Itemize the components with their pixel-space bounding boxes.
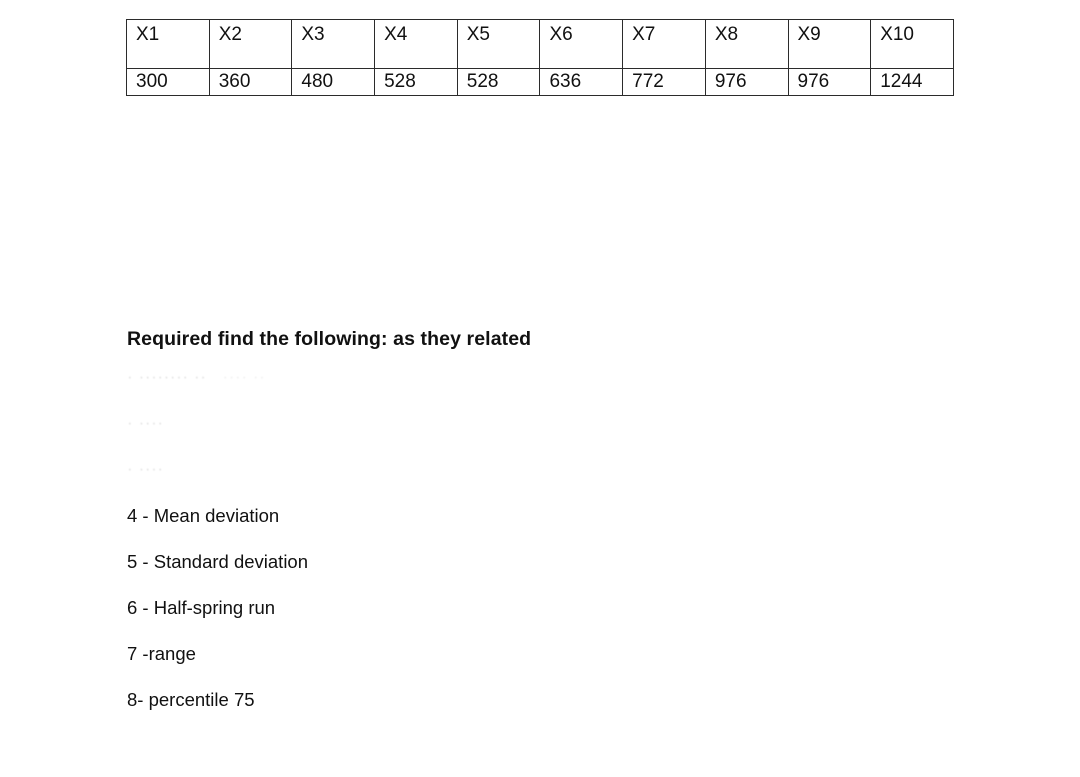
table-row: 300 360 480 528 528 636 772 976 976 1244 — [126, 68, 954, 96]
list-item: 7 -range — [127, 643, 927, 689]
list-item-label: 5 - Standard deviation — [127, 551, 309, 573]
list-item-label: 7 -range — [127, 643, 196, 665]
table-value-cell: 976 — [704, 68, 789, 96]
list-item: · ···· — [127, 459, 927, 505]
requirements-heading: Required find the following: as they rel… — [127, 328, 532, 350]
table-value-cell: 1244 — [870, 68, 954, 96]
table-header-cell: X9 — [787, 19, 872, 69]
table-value-cell: 772 — [622, 68, 706, 96]
illegible-text-fragment: ···· ·· — [222, 367, 266, 387]
table-header-cell: X1 — [126, 19, 210, 69]
list-item: 5 - Standard deviation — [127, 551, 927, 597]
data-table-container: X1 X2 X3 X4 X5 X6 X7 X8 X9 X10 300 360 4… — [126, 19, 954, 96]
table-value-cell: 636 — [539, 68, 624, 96]
table-value-cell: 976 — [787, 68, 872, 96]
table-value-cell: 528 — [456, 68, 541, 96]
table-header-row: X1 X2 X3 X4 X5 X6 X7 X8 X9 X10 — [126, 19, 954, 69]
illegible-text-fragment: · ···· — [127, 413, 164, 433]
table-value-cell: 360 — [208, 68, 293, 96]
table-header-cell: X4 — [374, 19, 458, 69]
table-header-row-group: X1 X2 X3 X4 X5 X6 X7 X8 X9 X10 — [126, 19, 954, 69]
list-item-label: 8- percentile 75 — [127, 689, 255, 711]
illegible-text-fragment: · ········ ·· — [127, 367, 207, 387]
observations-table: X1 X2 X3 X4 X5 X6 X7 X8 X9 X10 300 360 4… — [126, 19, 954, 96]
table-value-cell: 300 — [126, 68, 210, 96]
requirements-list: · ········ ·· ···· ·· · ···· · ···· 4 - … — [127, 367, 927, 735]
table-header-cell: X6 — [539, 19, 624, 69]
requirements-section: Required find the following: as they rel… — [127, 328, 927, 735]
table-header-cell: X2 — [208, 19, 293, 69]
table-header-cell: X3 — [291, 19, 376, 69]
table-header-cell: X7 — [622, 19, 706, 69]
table-header-cell: X10 — [870, 19, 954, 69]
table-body: 300 360 480 528 528 636 772 976 976 1244 — [126, 68, 954, 96]
list-item: 8- percentile 75 — [127, 689, 927, 735]
illegible-text-fragment: · ···· — [127, 459, 164, 479]
list-item-label: 6 - Half-spring run — [127, 597, 276, 619]
table-header-cell: X5 — [456, 19, 541, 69]
table-value-cell: 480 — [291, 68, 376, 96]
table-value-cell: 528 — [374, 68, 458, 96]
list-item: · ········ ·· ···· ·· — [127, 367, 927, 413]
list-item: · ···· — [127, 413, 927, 459]
list-item: 4 - Mean deviation — [127, 505, 927, 551]
list-item: 6 - Half-spring run — [127, 597, 927, 643]
table-header-cell: X8 — [704, 19, 789, 69]
list-item-label: 4 - Mean deviation — [127, 505, 280, 527]
